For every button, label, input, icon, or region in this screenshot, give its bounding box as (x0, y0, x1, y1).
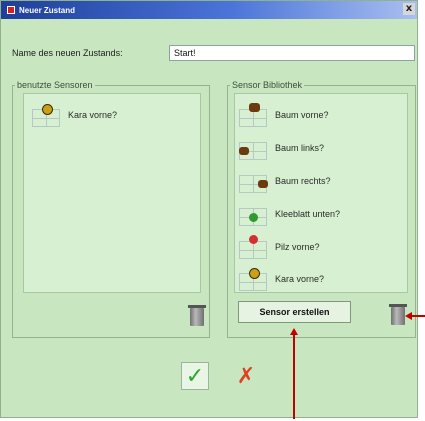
library-item[interactable]: Baum vorne? (239, 103, 329, 127)
library-item[interactable]: Baum links? (239, 136, 324, 160)
kara-bug-icon (32, 103, 64, 127)
library-trash-icon[interactable] (389, 304, 407, 325)
tree-left-icon (239, 136, 271, 160)
library-item-label: Kara vorne? (275, 274, 325, 284)
sensor-library-legend: Sensor Bibliothek (232, 80, 303, 90)
cancel-button[interactable]: ✗ (233, 363, 259, 389)
annotation-arrow-create (293, 334, 295, 419)
used-sensor-item[interactable]: Kara vorne? (32, 103, 117, 127)
annotation-arrowhead-up (290, 328, 298, 335)
state-name-input[interactable] (169, 45, 415, 61)
dialog-window: Neuer Zustand x Name des neuen Zustands:… (0, 0, 418, 418)
kara-front-icon (239, 267, 271, 291)
library-item-label: Kleeblatt unten? (275, 209, 341, 219)
library-item-label: Baum rechts? (275, 176, 331, 186)
library-item[interactable]: Pilz vorne? (239, 235, 320, 259)
library-item[interactable]: Kara vorne? (239, 267, 324, 291)
close-button[interactable]: x (403, 3, 415, 15)
tree-front-icon (239, 103, 271, 127)
library-item-label: Baum vorne? (275, 110, 329, 120)
cloverleaf-below-icon (239, 202, 271, 226)
create-sensor-button[interactable]: Sensor erstellen (238, 301, 351, 323)
ok-button[interactable]: ✓ (181, 362, 209, 390)
sensor-library-list[interactable]: Baum vorne? Baum links? Baum rechts? Kle… (234, 93, 408, 293)
app-icon (7, 6, 15, 14)
used-sensor-label: Kara vorne? (68, 110, 118, 120)
annotation-arrowhead-left (405, 312, 412, 320)
library-item-label: Baum links? (275, 143, 325, 153)
mushroom-front-icon (239, 235, 271, 259)
trash-icon[interactable] (188, 305, 206, 326)
used-sensors-legend: benutzte Sensoren (17, 80, 93, 90)
library-item[interactable]: Kleeblatt unten? (239, 202, 340, 226)
state-name-label: Name des neuen Zustands: (12, 48, 123, 58)
library-item[interactable]: Baum rechts? (239, 169, 331, 193)
library-item-label: Pilz vorne? (275, 242, 320, 252)
title-bar: Neuer Zustand x (1, 1, 417, 19)
window-title: Neuer Zustand (19, 5, 76, 15)
tree-right-icon (239, 169, 271, 193)
used-sensors-list[interactable]: Kara vorne? (23, 93, 201, 293)
